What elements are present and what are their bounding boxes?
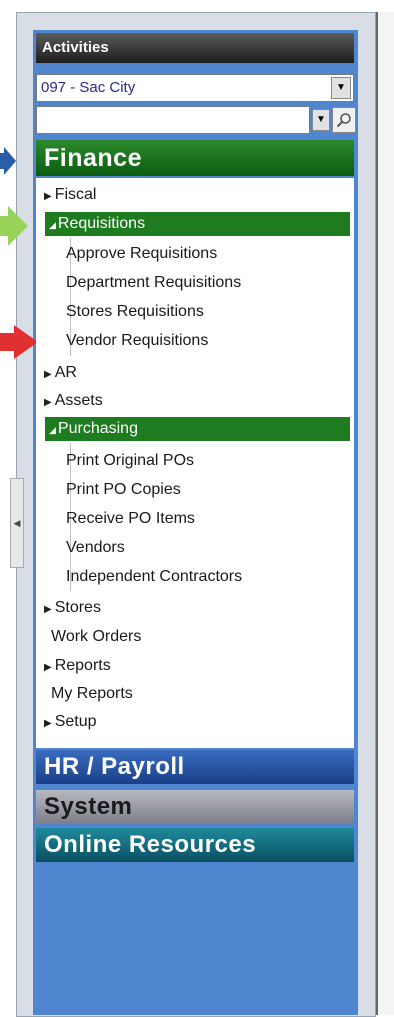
triangle-right-icon: ▶ xyxy=(44,369,52,380)
annotation-arrow-red xyxy=(0,325,38,359)
triangle-right-icon: ▶ xyxy=(44,397,52,408)
section-online-resources[interactable]: Online Resources xyxy=(36,828,354,862)
annotation-arrow-green xyxy=(0,206,28,246)
section-system[interactable]: System xyxy=(36,790,354,824)
menu-item-setup[interactable]: ▶ Setup xyxy=(44,713,97,731)
activities-header: Activities xyxy=(36,33,354,63)
chevron-down-icon[interactable]: ▼ xyxy=(312,109,330,131)
chevron-left-icon: ◀ xyxy=(13,517,21,528)
menu-item-stores-requisitions[interactable]: Stores Requisitions xyxy=(66,303,204,321)
annotation-arrow-blue xyxy=(0,147,16,175)
triangle-right-icon: ▶ xyxy=(44,604,52,615)
menu-item-stores[interactable]: ▶ Stores xyxy=(44,599,101,617)
triangle-down-icon: ◢ xyxy=(49,220,56,230)
search-icon xyxy=(336,113,351,128)
menu-item-receive-po-items[interactable]: Receive PO Items xyxy=(66,510,195,528)
triangle-right-icon: ▶ xyxy=(44,718,52,729)
menu-item-independent-contractors[interactable]: Independent Contractors xyxy=(66,568,242,586)
menu-item-department-requisitions[interactable]: Department Requisitions xyxy=(66,274,241,292)
chevron-down-icon[interactable]: ▼ xyxy=(331,77,351,99)
content-pane-edge xyxy=(376,12,394,1015)
college-select-value: 097 - Sac City xyxy=(41,79,136,96)
menu-item-my-reports[interactable]: My Reports xyxy=(51,685,133,703)
menu-item-vendors[interactable]: Vendors xyxy=(66,539,125,557)
menu-item-assets[interactable]: ▶ Assets xyxy=(44,392,103,410)
menu-item-fiscal[interactable]: ▶ Fiscal xyxy=(44,186,96,204)
college-select[interactable]: 097 - Sac City ▼ xyxy=(36,74,354,102)
section-hr-payroll[interactable]: HR / Payroll xyxy=(36,750,354,784)
triangle-right-icon: ▶ xyxy=(44,191,52,202)
menu-item-ar[interactable]: ▶ AR xyxy=(44,364,77,382)
search-button[interactable] xyxy=(332,107,356,133)
collapse-sidebar-handle[interactable]: ◀ xyxy=(10,478,24,568)
activity-search: ▼ xyxy=(36,106,356,136)
menu-item-approve-requisitions[interactable]: Approve Requisitions xyxy=(66,245,217,263)
activity-search-input[interactable] xyxy=(36,106,310,134)
menu-item-reports[interactable]: ▶ Reports xyxy=(44,657,111,675)
menu-item-vendor-requisitions[interactable]: Vendor Requisitions xyxy=(66,332,208,350)
section-finance[interactable]: Finance xyxy=(36,140,354,176)
triangle-right-icon: ▶ xyxy=(44,662,52,673)
menu-item-purchasing[interactable]: ◢ Purchasing xyxy=(45,417,350,441)
menu-item-work-orders[interactable]: Work Orders xyxy=(51,628,141,646)
menu-item-print-original-pos[interactable]: Print Original POs xyxy=(66,452,194,470)
menu-item-print-po-copies[interactable]: Print PO Copies xyxy=(66,481,181,499)
menu-item-requisitions[interactable]: ◢ Requisitions xyxy=(45,212,350,236)
finance-menu: ▶ Fiscal ◢ Requisitions Approve Requisitio… xyxy=(36,178,354,748)
triangle-down-icon: ◢ xyxy=(49,425,56,435)
